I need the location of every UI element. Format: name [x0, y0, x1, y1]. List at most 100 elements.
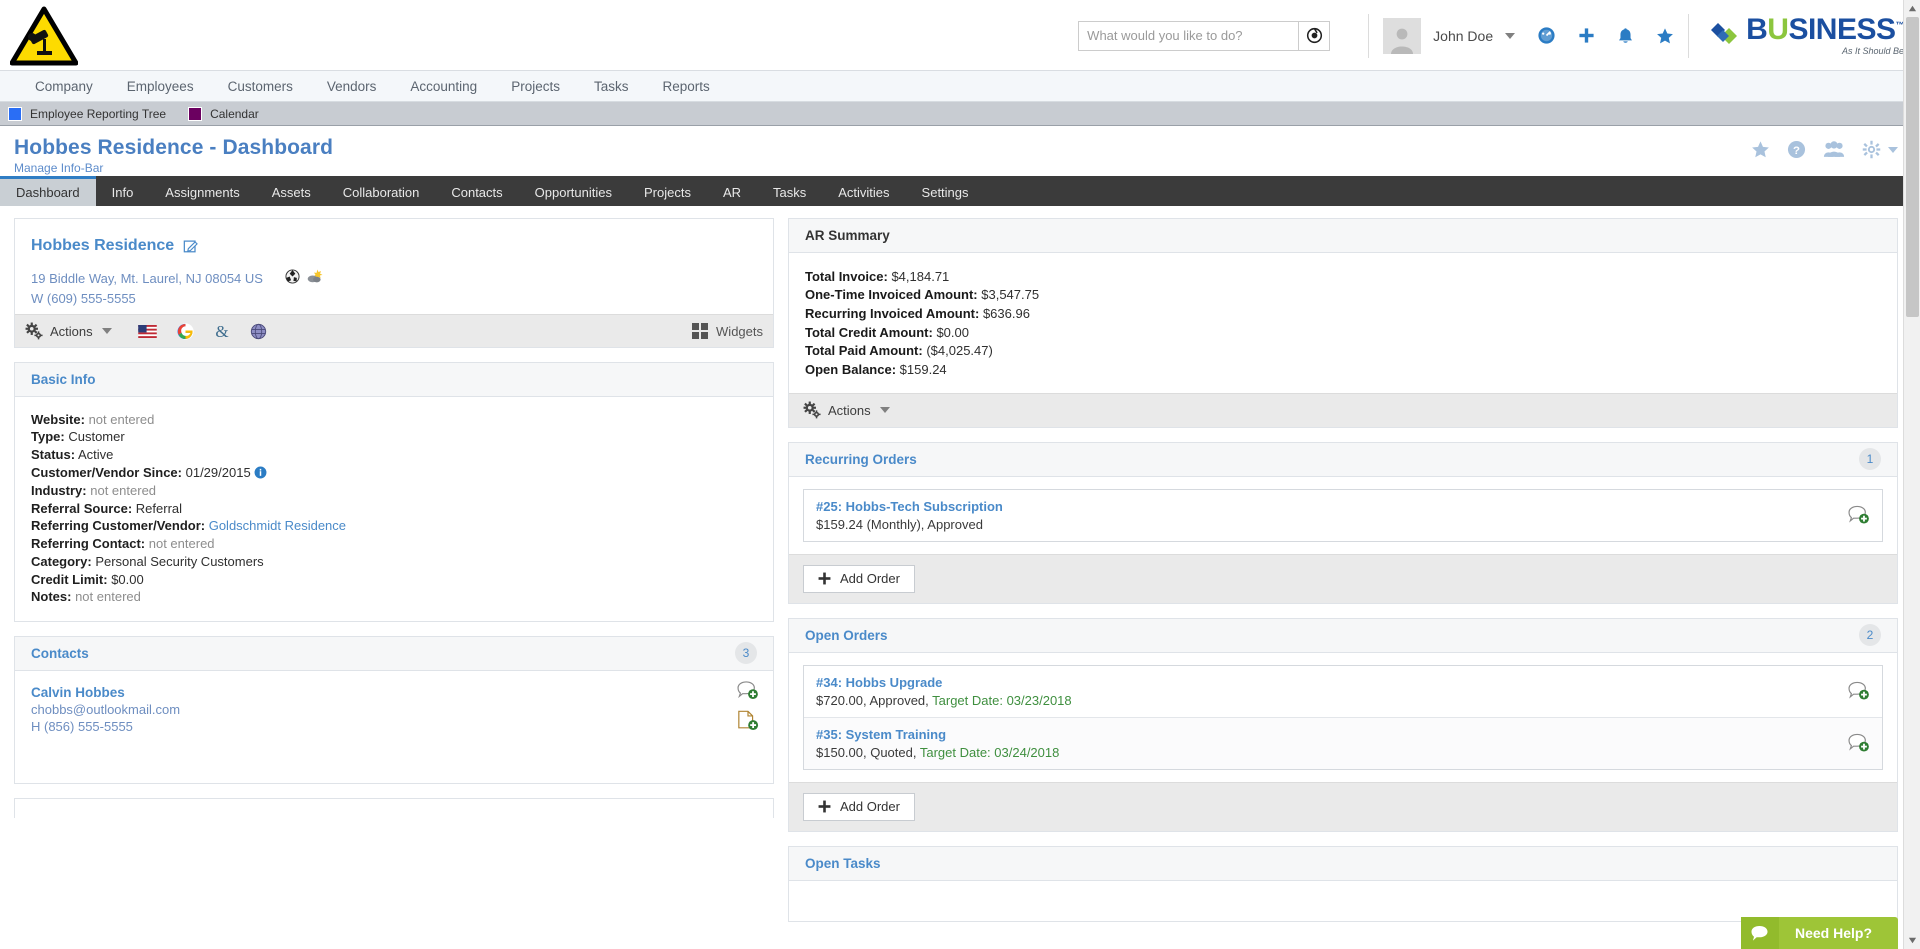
basic-info-row-notes: Notes: not entered	[31, 589, 757, 607]
add-note-bubble-icon[interactable]	[1848, 681, 1870, 701]
app-logo[interactable]	[10, 4, 82, 66]
actions-dropdown-button[interactable]: Actions	[25, 322, 122, 340]
search-input[interactable]	[1078, 20, 1299, 51]
favorite-star-icon[interactable]	[1751, 140, 1770, 159]
add-note-bubble-icon[interactable]	[1848, 505, 1870, 525]
tab-assets[interactable]: Assets	[256, 176, 327, 206]
scroll-down-arrow-icon[interactable]	[1904, 932, 1920, 949]
favorites-star-icon[interactable]	[1656, 27, 1674, 45]
list-item[interactable]: #25: Hobbs-Tech Subscription $159.24 (Mo…	[804, 489, 1882, 541]
gears-icon	[25, 322, 43, 340]
settings-gear-icon[interactable]	[1862, 140, 1881, 159]
nav-item-tasks[interactable]: Tasks	[577, 71, 646, 102]
customer-summary-card: Hobbes Residence 19 Biddle Way, Mt. Laur…	[14, 218, 774, 348]
top-header-bar: John Doe	[0, 0, 1920, 71]
edit-pencil-icon[interactable]	[183, 238, 199, 254]
add-order-button-open[interactable]: Add Order	[803, 792, 915, 821]
tab-assignments[interactable]: Assignments	[149, 176, 255, 206]
help-question-icon[interactable]: ?	[1787, 140, 1806, 159]
tab-ar[interactable]: AR	[707, 176, 757, 206]
customer-address[interactable]: 19 Biddle Way, Mt. Laurel, NJ 08054 US	[31, 271, 263, 286]
settings-caret-icon[interactable]	[1888, 146, 1898, 153]
ar-row-open-balance: Open Balance: $159.24	[805, 360, 1881, 379]
tab-opportunities[interactable]: Opportunities	[519, 176, 628, 206]
add-note-bubble-icon[interactable]	[1848, 733, 1870, 753]
row-value: $636.96	[982, 305, 1030, 321]
manage-info-bar-link[interactable]: Manage Info-Bar	[14, 161, 1920, 175]
nav-item-accounting[interactable]: Accounting	[393, 71, 494, 102]
row-label: Category:	[31, 553, 92, 569]
tab-contacts[interactable]: Contacts	[435, 176, 518, 206]
user-menu-caret-icon[interactable]	[1505, 32, 1516, 39]
us-flag-icon[interactable]	[137, 324, 157, 338]
tab-settings[interactable]: Settings	[906, 176, 985, 206]
brand-tagline: As It Should Be	[1841, 46, 1904, 56]
nav-item-projects[interactable]: Projects	[494, 71, 577, 102]
header-divider-2	[1688, 13, 1690, 58]
widgets-label: Widgets	[716, 323, 763, 339]
recurring-orders-card: Recurring Orders 1 #25: Hobbs-Tech Subsc…	[788, 441, 1898, 604]
contact-phone[interactable]: H (856) 555-5555	[31, 719, 757, 734]
tab-dashboard[interactable]: Dashboard	[0, 176, 96, 206]
entity-tab-bar: Dashboard Info Assignments Assets Collab…	[0, 176, 1920, 206]
order-title[interactable]: #34: Hobbs Upgrade	[816, 675, 1870, 690]
nav-item-customers[interactable]: Customers	[211, 71, 310, 102]
row-label: Open Balance:	[805, 361, 897, 377]
add-note-bubble-icon[interactable]	[737, 680, 759, 700]
contacts-card: Contacts 3 Calvin Hobbes chobbs@outlookm…	[14, 635, 774, 784]
page-header: Hobbes Residence - Dashboard Manage Info…	[0, 126, 1920, 176]
contact-email[interactable]: chobbs@outlookmail.com	[31, 702, 757, 717]
open-orders-card: Open Orders 2 #34: Hobbs Upgrade $720.00…	[788, 617, 1898, 832]
tab-collaboration[interactable]: Collaboration	[327, 176, 436, 206]
nav-item-vendors[interactable]: Vendors	[310, 71, 394, 102]
nav-item-reports[interactable]: Reports	[645, 71, 726, 102]
basic-info-row-referral-source: Referral Source: Referral	[31, 500, 757, 518]
add-document-icon[interactable]	[737, 710, 759, 731]
page-scrollbar[interactable]	[1903, 0, 1920, 949]
globe-web-icon[interactable]	[250, 323, 267, 340]
customer-phone[interactable]: W (609) 555-5555	[31, 291, 757, 306]
info-circle-icon[interactable]	[254, 466, 267, 479]
tab-projects[interactable]: Projects	[628, 176, 707, 206]
infobar-item-calendar[interactable]: Calendar	[188, 106, 259, 121]
info-bar: Employee Reporting Tree Calendar	[0, 102, 1920, 126]
map-globe-icon[interactable]	[285, 269, 300, 287]
referring-customer-link[interactable]: Goldschmidt Residence	[209, 518, 346, 533]
need-help-widget[interactable]: Need Help?	[1740, 917, 1898, 949]
basic-info-row-referring-contact: Referring Contact: not entered	[31, 535, 757, 553]
open-orders-body: #34: Hobbs Upgrade $720.00, Approved, Ta…	[789, 653, 1897, 782]
customer-name[interactable]: Hobbes Residence	[31, 237, 174, 255]
notifications-bell-icon[interactable]	[1617, 27, 1634, 45]
nav-item-company[interactable]: Company	[18, 71, 110, 102]
add-order-button-recurring[interactable]: Add Order	[803, 564, 915, 593]
ar-actions-dropdown-button[interactable]: Actions	[803, 401, 900, 419]
order-title[interactable]: #35: System Training	[816, 727, 1870, 742]
row-value: not entered	[75, 589, 141, 605]
infobar-item-employee-reporting-tree[interactable]: Employee Reporting Tree	[8, 106, 166, 121]
search-submit-button[interactable]	[1298, 20, 1331, 51]
tab-tasks[interactable]: Tasks	[757, 176, 822, 206]
scroll-up-arrow-icon[interactable]	[1904, 0, 1920, 17]
tab-info[interactable]: Info	[96, 176, 150, 206]
widgets-button[interactable]: Widgets	[692, 323, 763, 339]
row-label: Customer/Vendor Since:	[31, 464, 182, 480]
users-group-icon[interactable]	[1823, 140, 1845, 159]
chat-bubble-icon	[1740, 917, 1779, 949]
nav-item-employees[interactable]: Employees	[110, 71, 211, 102]
google-g-icon[interactable]	[177, 322, 194, 340]
contacts-count-badge: 3	[735, 642, 757, 665]
user-name-label[interactable]: John Doe	[1433, 28, 1493, 44]
row-label: Website:	[31, 411, 85, 427]
scrollbar-thumb[interactable]	[1906, 17, 1919, 317]
list-item[interactable]: #35: System Training $150.00, Quoted, Ta…	[804, 717, 1882, 769]
ampersand-link-icon[interactable]: &	[214, 322, 230, 340]
weather-cloud-sun-icon[interactable]	[306, 269, 323, 287]
contact-name[interactable]: Calvin Hobbes	[31, 685, 757, 700]
avatar[interactable]	[1383, 17, 1422, 54]
add-plus-icon[interactable]	[1578, 27, 1595, 44]
brand-letter-b: B	[1746, 13, 1768, 46]
list-item[interactable]: #34: Hobbs Upgrade $720.00, Approved, Ta…	[804, 665, 1882, 718]
tab-activities[interactable]: Activities	[822, 176, 905, 206]
dashboard-gauge-icon[interactable]	[1537, 26, 1556, 45]
order-title[interactable]: #25: Hobbs-Tech Subscription	[816, 499, 1870, 514]
